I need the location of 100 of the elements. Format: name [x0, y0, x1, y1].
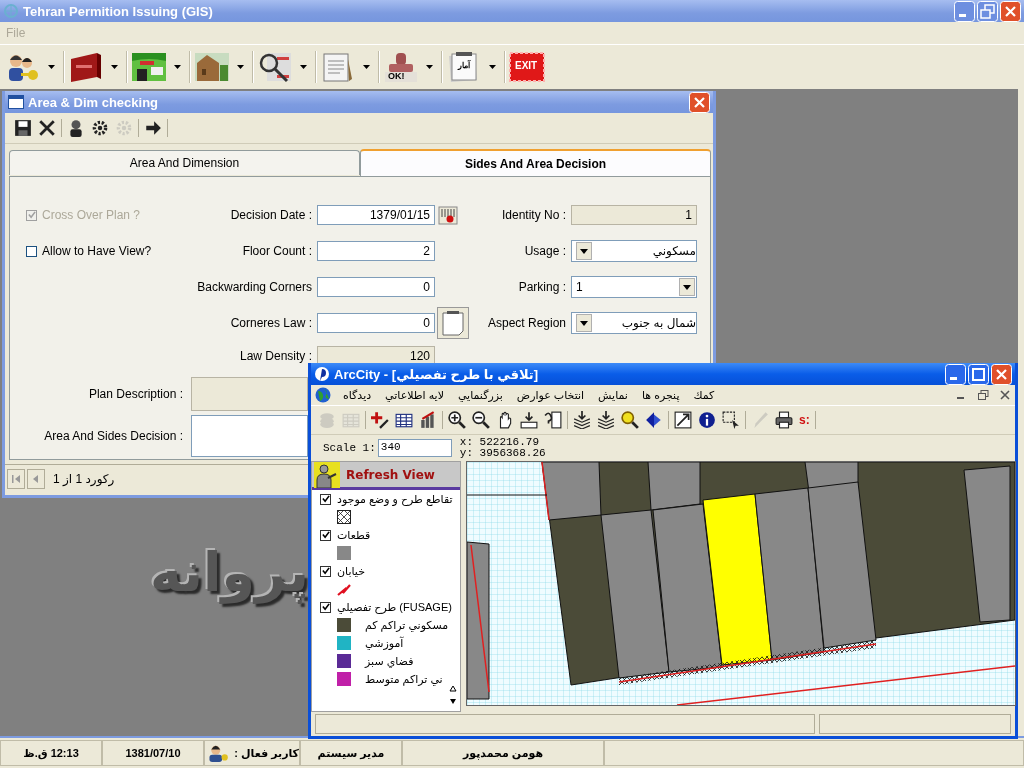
arrow-icon[interactable] [144, 119, 162, 137]
scale-label: Scale 1: [322, 442, 377, 454]
notepad-icon[interactable] [437, 307, 469, 339]
tab[interactable]: Area And Dimension [9, 150, 360, 175]
toolbar-button[interactable] [130, 50, 168, 84]
minimize-button[interactable] [945, 363, 966, 385]
close-button[interactable] [991, 363, 1012, 385]
zigzag-line-icon [337, 582, 351, 596]
diamond-arrow-icon[interactable] [645, 411, 663, 429]
text-field[interactable]: 0 [317, 277, 435, 297]
field-label: Aspect Region [486, 316, 567, 330]
checkbox[interactable] [320, 493, 331, 505]
checkbox-label: Cross Over Plan ? [42, 208, 141, 222]
icon-label: EXIT [515, 61, 538, 71]
person-icon[interactable] [67, 119, 85, 137]
toolbar-button[interactable]: EXIT [508, 50, 546, 84]
caret-icon[interactable] [48, 65, 55, 69]
caret-icon[interactable] [300, 65, 307, 69]
dropdown-field[interactable]: شمال به جنوب [571, 312, 697, 334]
info-icon[interactable] [698, 411, 716, 429]
window-icon [8, 95, 24, 109]
checkbox[interactable] [320, 601, 331, 613]
toolbar-button[interactable]: OK! [382, 50, 420, 84]
caret-icon[interactable] [426, 65, 433, 69]
gear-icon[interactable] [91, 119, 109, 137]
hatch-symbol-icon [337, 510, 351, 524]
text-field[interactable]: 2 [317, 241, 435, 261]
status-text: هومن محمدپور [462, 746, 544, 760]
window-title: Tehran Permition Issuing (GIS) [23, 3, 214, 19]
swatch-icon [337, 546, 351, 560]
checkbox[interactable] [320, 565, 331, 577]
logo-text: پروانه [150, 541, 309, 606]
field-label: Plan Description : [87, 387, 184, 401]
stamp-icon [383, 51, 419, 83]
dropdown-field[interactable]: مسكوني [571, 240, 697, 262]
field-label: Identity No : [500, 208, 567, 222]
record-counter: رکورد 1 از 1 [52, 472, 115, 486]
tab[interactable]: Sides And Area Decision [360, 149, 711, 176]
legend-class-label: مسكوني تراكم كم [365, 618, 449, 632]
chart-icon[interactable] [419, 411, 437, 429]
checkbox[interactable] [320, 529, 331, 541]
checkbox[interactable] [26, 245, 37, 257]
caret-icon[interactable] [174, 65, 181, 69]
toolbar-text[interactable]: s: [799, 413, 810, 427]
field-label: Corneres Law : [229, 316, 313, 330]
menu-item[interactable]: پنجره ها [639, 388, 682, 402]
status-text: كاربر فعال : [234, 746, 299, 760]
calendar-icon[interactable] [438, 205, 458, 225]
field-label: Parking : [517, 280, 567, 294]
window-title: ArcCity - [تلاقي با طرح تفصيلي] [334, 366, 539, 382]
close-icon[interactable] [999, 389, 1011, 401]
caret-icon[interactable] [111, 65, 118, 69]
maximize-button[interactable] [968, 363, 989, 385]
coordinate-y: y: 3956368.26 [459, 448, 546, 459]
app-icon [3, 3, 19, 19]
select-box-icon[interactable] [722, 411, 740, 429]
landscape-icon [131, 51, 167, 83]
menu-item[interactable]: انتخاب عوارض [514, 388, 587, 402]
stack-icon[interactable] [573, 411, 591, 429]
layer-label: خيابان [337, 564, 365, 578]
caret-icon[interactable] [489, 65, 496, 69]
field-label: Decision Date : [229, 208, 313, 222]
printer-icon[interactable] [775, 411, 793, 429]
scroll-down-icon[interactable] [449, 697, 457, 705]
menu-item[interactable]: نمايش [596, 388, 630, 402]
legend-class-label: آموزشي [365, 636, 404, 650]
map-drawing[interactable] [466, 461, 1016, 706]
dropdown-field[interactable]: 1 [571, 276, 697, 298]
layer-label: طرح تفصيلي (FUSAGE) [337, 600, 452, 614]
magnifier-icon [257, 51, 293, 83]
checkbox-label: Allow to Have View? [42, 244, 152, 258]
restore-icon[interactable] [977, 389, 989, 401]
text-field[interactable]: 1379/01/15 [317, 205, 435, 225]
stack-icon[interactable] [597, 411, 615, 429]
menu-item[interactable]: لايه اطلاعاتي [383, 388, 446, 402]
text-field[interactable]: 0 [317, 313, 435, 333]
frame-icon[interactable] [674, 411, 692, 429]
caret-icon[interactable] [237, 65, 244, 69]
toolbar-button[interactable]: آمار [445, 50, 483, 84]
plus-icon[interactable] [371, 411, 389, 429]
icon-label: OK! [388, 72, 405, 81]
zoom-in-icon[interactable] [448, 411, 466, 429]
field-label: Area And Sides Decision : [43, 429, 184, 443]
table-icon[interactable] [395, 411, 413, 429]
globe-pin-icon [314, 366, 330, 382]
save-icon[interactable] [14, 119, 32, 137]
field-label: Usage : [523, 244, 567, 258]
text-area[interactable] [191, 415, 308, 457]
menu-item[interactable]: بزرگنمايي [455, 388, 505, 402]
zoom-out-icon[interactable] [472, 411, 490, 429]
x-icon[interactable] [38, 119, 56, 137]
refresh-view-button[interactable]: Refresh View [312, 462, 460, 490]
menu-item[interactable]: ديدگاه [341, 388, 374, 402]
scroll-up-icon[interactable] [449, 685, 457, 693]
field-label: Law Density : [238, 349, 313, 363]
scale-field[interactable]: 340 [377, 439, 452, 457]
search-icon[interactable] [621, 411, 639, 429]
caret-icon[interactable] [363, 65, 370, 69]
menu-item[interactable]: كمك [691, 388, 717, 402]
window-title: Area & Dim checking [28, 94, 160, 110]
